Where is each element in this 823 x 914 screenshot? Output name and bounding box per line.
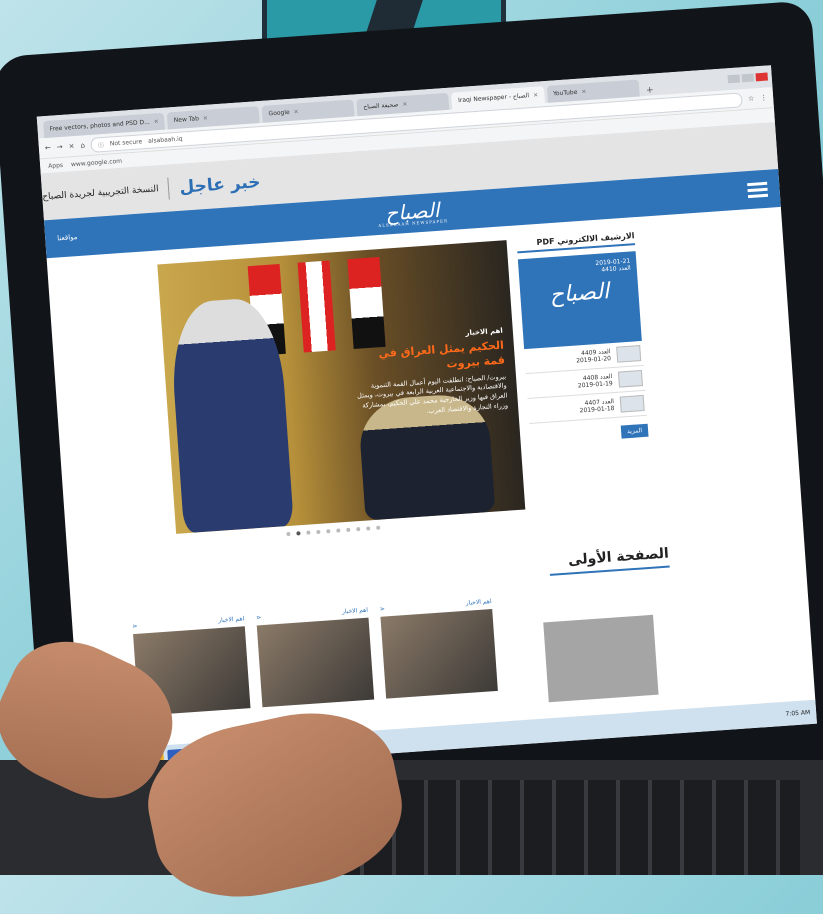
- tab-label: صحيفة الصباح: [363, 101, 399, 111]
- minimize-button[interactable]: [727, 74, 741, 84]
- tab-label: Iraqi Newspaper - الصباح: [457, 92, 530, 105]
- tab-label: Google: [268, 108, 290, 118]
- news-card[interactable]: اهم الاخبار ⋖: [380, 598, 498, 699]
- slider-dot[interactable]: [306, 530, 311, 535]
- forward-icon[interactable]: →: [57, 143, 63, 151]
- close-icon[interactable]: ×: [581, 88, 587, 95]
- more-button[interactable]: المزيد: [620, 423, 649, 439]
- pdf-archive-title: الارشيف الالكتروني PDF: [516, 231, 636, 254]
- security-label: Not secure: [109, 137, 143, 148]
- maximize-button[interactable]: [741, 73, 755, 83]
- pdf-archive: الارشيف الالكتروني PDF 2019-01-21 العدد 4…: [516, 231, 649, 445]
- slider-dot[interactable]: [346, 527, 351, 532]
- card-category[interactable]: اهم الاخبار: [342, 607, 369, 616]
- laptop-screen: Free vectors, photos and PSD D... × New T…: [36, 65, 817, 775]
- card-image[interactable]: [380, 609, 498, 699]
- nav-sites-link[interactable]: مواقعنا: [57, 233, 78, 242]
- slider-dot[interactable]: [316, 529, 321, 535]
- news-slider[interactable]: اهم الاخبار الحكيم يمثل العراق في قمة بي…: [157, 240, 526, 534]
- tab-label: Free vectors, photos and PSD D...: [49, 118, 151, 133]
- slider-dot[interactable]: [356, 527, 361, 532]
- issue-thumbnail: [617, 369, 643, 388]
- close-icon[interactable]: ×: [402, 101, 408, 108]
- breaking-news-ticker[interactable]: النسخة التجريبية لجريدة الصباح: [42, 184, 159, 202]
- placeholder-block: [543, 614, 659, 703]
- share-icon[interactable]: ⋖: [256, 614, 262, 621]
- slider-dot-active[interactable]: [296, 531, 301, 536]
- first-page-section: الصفحة الأولى: [129, 545, 670, 614]
- breaking-news-label: خبر عاجل: [178, 172, 262, 198]
- cover-logo: الصباح: [548, 279, 610, 309]
- issue-thumbnail: [619, 394, 645, 413]
- menu-icon[interactable]: ⋮: [760, 94, 768, 102]
- slider-dot[interactable]: [286, 531, 291, 537]
- bookmark-google[interactable]: www.google.com: [71, 157, 122, 168]
- close-icon[interactable]: ×: [293, 108, 299, 115]
- back-icon[interactable]: ←: [45, 144, 51, 152]
- close-window-button[interactable]: [755, 72, 768, 82]
- card-image[interactable]: [256, 617, 375, 708]
- slider-dots: [286, 525, 381, 537]
- news-card[interactable]: اهم الاخبار ⋖: [256, 607, 375, 708]
- new-tab-button[interactable]: +: [642, 85, 658, 96]
- share-icon[interactable]: ⋖: [132, 623, 138, 630]
- close-icon[interactable]: ×: [154, 118, 160, 125]
- close-icon[interactable]: ×: [533, 92, 539, 99]
- slider-dot[interactable]: [366, 526, 371, 531]
- slide-description: بيروت/ الصباح: انطلقت اليوم أعمال القمة …: [356, 372, 509, 416]
- site-logo[interactable]: الصباح ALSABAAH NEWSPAPER: [377, 198, 448, 228]
- slider-dot[interactable]: [326, 529, 331, 534]
- tab-label: New Tab: [173, 115, 200, 125]
- issue-thumbnail: [616, 345, 642, 363]
- card-category[interactable]: اهم الاخبار: [465, 598, 492, 607]
- close-icon[interactable]: ×: [203, 115, 209, 122]
- divider: [167, 177, 171, 200]
- slider-dot[interactable]: [336, 528, 341, 533]
- share-icon[interactable]: ⋖: [380, 606, 386, 613]
- news-cards: اهم الاخبار ⋖ اهم الاخبار ⋖ اهم الاخبار ⋖: [132, 598, 498, 716]
- section-title: الصفحة الأولى: [548, 545, 670, 576]
- slider-dot[interactable]: [376, 525, 381, 530]
- reload-icon[interactable]: ×: [68, 142, 74, 150]
- flag-image: [297, 260, 336, 353]
- slide-title[interactable]: الحكيم يمثل العراق في قمة بيروت: [354, 339, 506, 379]
- card-category[interactable]: اهم الاخبار: [218, 615, 245, 624]
- taskbar-clock: 7:05 AM: [785, 708, 811, 718]
- cover-date: 2019-01-21 العدد 4410: [595, 257, 631, 274]
- info-icon: ⓘ: [97, 141, 105, 149]
- star-icon[interactable]: ☆: [748, 95, 755, 103]
- url-text: alsabaah.iq: [147, 134, 183, 145]
- tab-label: YouTube: [552, 88, 578, 98]
- window-controls: [727, 72, 772, 84]
- newspaper-cover[interactable]: 2019-01-21 العدد 4410 الصباح: [517, 251, 642, 350]
- bookmark-apps[interactable]: Apps: [48, 161, 63, 169]
- hamburger-menu-icon[interactable]: [747, 181, 769, 198]
- slide-caption: اهم الاخبار الحكيم يمثل العراق في قمة بي…: [353, 327, 509, 422]
- home-icon[interactable]: ⌂: [80, 141, 85, 149]
